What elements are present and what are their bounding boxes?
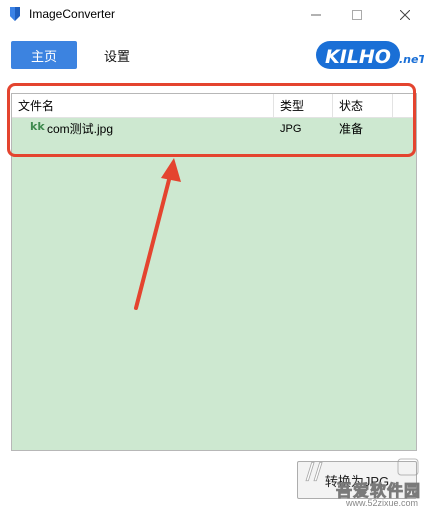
file-name: com测试.jpg: [47, 122, 114, 136]
watermark-url: www.52zixue.com: [346, 498, 419, 508]
file-type: JPG: [280, 123, 302, 135]
table-row[interactable]: kk com测试.jpg JPG 准备: [12, 118, 416, 140]
kk-image-icon: kk: [30, 118, 46, 140]
maximize-button[interactable]: [337, 0, 377, 30]
svg-text:kk: kk: [30, 120, 45, 133]
kilho-logo: KILHO .neT: [316, 41, 424, 69]
list-header: 文件名 类型 状态: [12, 94, 416, 118]
title-bar: ImageConverter: [0, 0, 429, 30]
svg-text:KILHO: KILHO: [325, 46, 391, 68]
column-header-type[interactable]: 类型: [274, 94, 333, 118]
window-title: ImageConverter: [29, 7, 116, 21]
svg-text:.neT: .neT: [399, 53, 424, 66]
column-header-filename[interactable]: 文件名: [12, 94, 274, 118]
minimize-icon: [311, 14, 321, 16]
file-list[interactable]: 文件名 类型 状态 kk com测试.jpg JPG 准备: [11, 93, 417, 451]
tab-home[interactable]: 主页: [11, 41, 77, 69]
column-header-status[interactable]: 状态: [333, 94, 393, 118]
close-button[interactable]: [385, 0, 425, 30]
minimize-button[interactable]: [296, 0, 336, 30]
close-icon: [400, 10, 410, 20]
maximize-icon: [352, 10, 362, 20]
tab-settings[interactable]: 设置: [92, 41, 142, 69]
file-status: 准备: [339, 122, 364, 136]
convert-button[interactable]: 转换为JPG: [297, 461, 417, 499]
app-icon: [10, 7, 20, 21]
